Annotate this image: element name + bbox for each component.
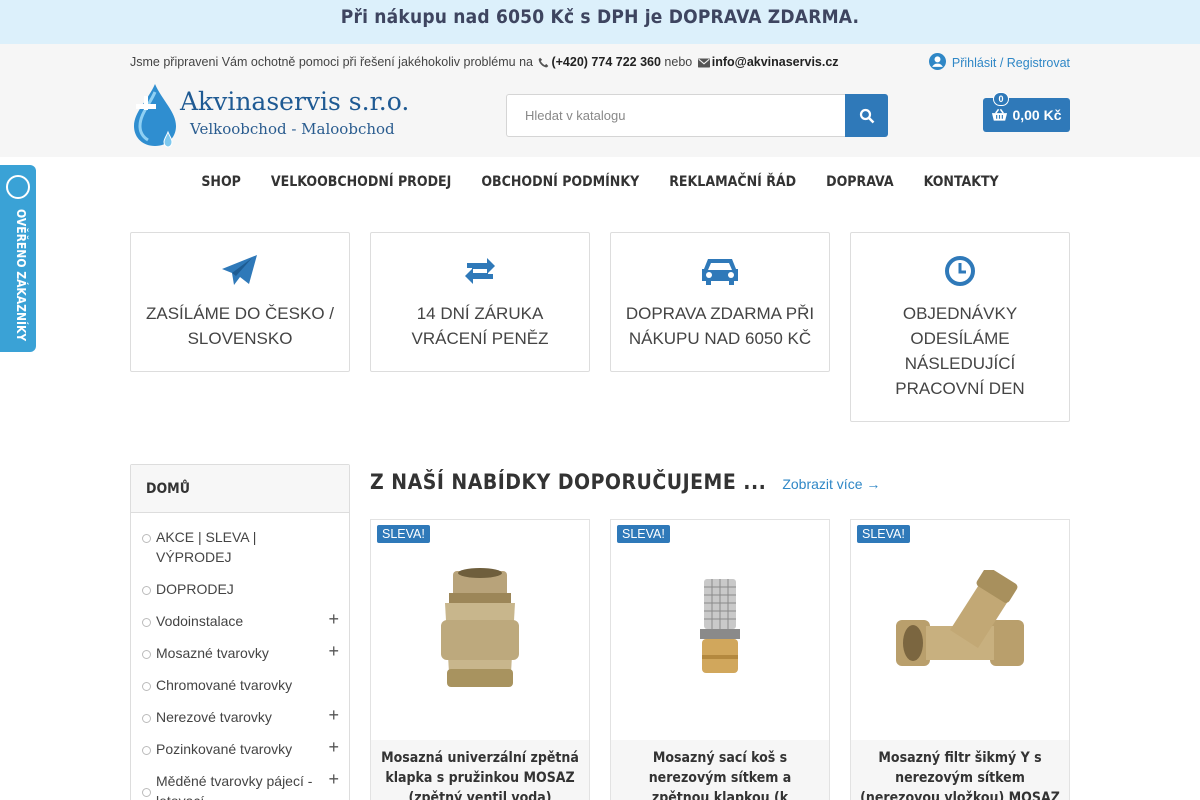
email-link[interactable]: info@akvinaservis.cz <box>712 55 839 69</box>
water-drop-logo-icon <box>134 84 176 148</box>
cart-button[interactable]: 0 0,00 Kč <box>983 92 1070 132</box>
category-item[interactable]: Měděné tvarovky pájecí - letovací+ <box>131 765 349 800</box>
expand-plus-icon[interactable]: + <box>328 609 339 629</box>
category-item[interactable]: Mosazné tvarovky + <box>131 637 349 669</box>
paper-plane-icon <box>141 253 339 289</box>
clock-icon <box>861 253 1059 289</box>
product-card[interactable]: SLEVA! Mosazný filtr šikmý Y s nerezovým… <box>850 519 1070 800</box>
expand-plus-icon[interactable]: + <box>328 737 339 757</box>
basket-icon <box>992 108 1008 121</box>
show-more-link[interactable]: Zobrazit více → <box>782 476 880 492</box>
sale-badge: SLEVA! <box>617 525 670 543</box>
exchange-icon <box>381 253 579 289</box>
arrow-right-icon: → <box>866 476 881 492</box>
category-item[interactable]: Vodoinstalace + <box>131 605 349 637</box>
feature-next-day-dispatch: OBJEDNÁVKY ODESÍLÁME NÁSLEDUJÍCÍ PRACOVN… <box>850 232 1070 422</box>
promo-bar: Při nákupu nad 6050 Kč s DPH je DOPRAVA … <box>0 0 1200 44</box>
or-text: nebo <box>664 55 693 69</box>
car-icon <box>621 253 819 289</box>
verified-badge-text: OVĚŘENO ZÁKAZNÍKY <box>14 209 28 342</box>
category-item[interactable]: AKCE | SLEVA | VÝPRODEJ <box>131 521 349 573</box>
product-image[interactable]: SLEVA! <box>611 520 829 740</box>
product-card[interactable]: SLEVA! Mosazný sací koš s nerezovým sítk… <box>610 519 830 800</box>
product-name[interactable]: Mosazná univerzální zpětná klapka s pruž… <box>371 740 589 800</box>
feature-free-delivery: DOPRAVA ZDARMA PŘI NÁKUPU NAD 6050 Kč <box>610 232 830 372</box>
section-title: Z NAŠÍ NABÍDKY DOPORUČUJEME ... <box>370 470 767 494</box>
nav-complaints[interactable]: REKLAMAČNÍ ŘÁD <box>669 174 796 190</box>
search-form <box>506 94 888 137</box>
feature-text: DOPRAVA ZDARMA PŘI NÁKUPU NAD 6050 Kč <box>625 304 815 348</box>
logo-subtitle: Velkoobchod - Maloobchod <box>190 120 395 138</box>
nav-wholesale[interactable]: VELKOOBCHODNÍ PRODEJ <box>271 174 451 190</box>
expand-plus-icon[interactable]: + <box>328 769 339 789</box>
recommended-header: Z NAŠÍ NABÍDKY DOPORUČUJEME ... Zobrazit… <box>370 470 880 494</box>
category-item[interactable]: Chromované tvarovky <box>131 669 349 701</box>
logo-title: Akvinaservis s.r.o. <box>180 87 410 116</box>
promo-text: Při nákupu nad 6050 Kč s DPH je DOPRAVA … <box>340 6 860 28</box>
product-card[interactable]: SLEVA! Mosazná univerzální zpětná klapka… <box>370 519 590 800</box>
category-list: AKCE | SLEVA | VÝPRODEJ DOPRODEJ Vodoins… <box>131 513 349 800</box>
search-icon <box>859 108 874 123</box>
help-text: Jsme připraveni Vám ochotně pomoci při ř… <box>130 55 533 69</box>
feature-text: OBJEDNÁVKY ODESÍLÁME NÁSLEDUJÍCÍ PRACOVN… <box>895 304 1025 398</box>
sidebar-heading[interactable]: DOMŮ <box>131 465 349 513</box>
category-item[interactable]: Pozinkované tvarovky + <box>131 733 349 765</box>
expand-plus-icon[interactable]: + <box>328 705 339 725</box>
cart-count-badge: 0 <box>993 92 1009 106</box>
login-link[interactable]: Přihlásit / Registrovat <box>928 53 1070 73</box>
login-label: Přihlásit / Registrovat <box>951 56 1070 70</box>
feature-text: ZASÍLÁME DO ČESKO / SLOVENSKO <box>146 304 334 348</box>
category-item[interactable]: Nerezové tvarovky + <box>131 701 349 733</box>
feature-shipping-countries: ZASÍLÁME DO ČESKO / SLOVENSKO <box>130 232 350 372</box>
product-image[interactable]: SLEVA! <box>371 520 589 740</box>
nav-contacts[interactable]: KONTAKTY <box>924 174 999 190</box>
verified-customers-badge[interactable]: OVĚŘENO ZÁKAZNÍKY <box>0 165 36 352</box>
expand-plus-icon[interactable]: + <box>328 641 339 661</box>
product-name[interactable]: Mosazný filtr šikmý Y s nerezovým sítkem… <box>851 740 1069 800</box>
cart-total: 0,00 Kč <box>1012 107 1062 123</box>
phone-number[interactable]: (+420) 774 722 360 <box>551 55 660 69</box>
nav-terms[interactable]: OBCHODNÍ PODMÍNKY <box>481 174 639 190</box>
product-image[interactable]: SLEVA! <box>851 520 1069 740</box>
contact-line: Jsme připraveni Vám ochotně pomoci při ř… <box>130 55 839 71</box>
product-grid: SLEVA! Mosazná univerzální zpětná klapka… <box>370 519 1070 800</box>
logo[interactable]: Akvinaservis s.r.o. Velkoobchod - Maloob… <box>130 82 420 150</box>
phone-icon <box>538 57 549 71</box>
verified-seal-icon <box>6 175 30 199</box>
sale-badge: SLEVA! <box>377 525 430 543</box>
nav-shipping[interactable]: DOPRAVA <box>826 174 893 190</box>
main-nav: SHOP VELKOOBCHODNÍ PRODEJ OBCHODNÍ PODMÍ… <box>0 157 1200 207</box>
user-circle-icon <box>928 53 946 73</box>
category-sidebar: DOMŮ AKCE | SLEVA | VÝPRODEJ DOPRODEJ Vo… <box>130 464 350 800</box>
nav-shop[interactable]: SHOP <box>201 174 241 190</box>
search-button[interactable] <box>845 94 888 137</box>
search-input[interactable] <box>506 94 845 137</box>
header: Jsme připraveni Vám ochotně pomoci při ř… <box>0 44 1200 157</box>
feature-money-back: 14 DNÍ ZÁRUKA VRÁCENÍ PENĚZ <box>370 232 590 372</box>
sale-badge: SLEVA! <box>857 525 910 543</box>
features-row: ZASÍLÁME DO ČESKO / SLOVENSKO 14 DNÍ ZÁR… <box>130 232 1070 422</box>
category-item[interactable]: DOPRODEJ <box>131 573 349 605</box>
envelope-icon <box>697 57 710 71</box>
feature-text: 14 DNÍ ZÁRUKA VRÁCENÍ PENĚZ <box>411 304 549 348</box>
product-name[interactable]: Mosazný sací koš s nerezovým sítkem a zp… <box>611 740 829 800</box>
